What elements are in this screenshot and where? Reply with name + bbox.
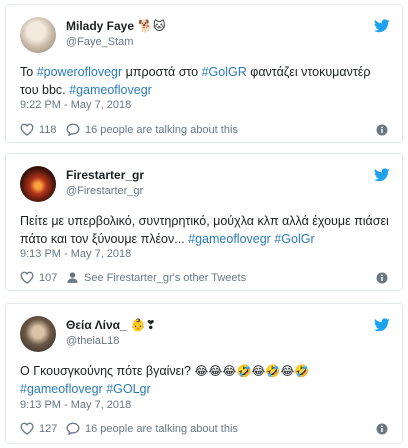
hashtag-link[interactable]: #GolGR [202, 65, 247, 79]
profile-link[interactable]: See Firestarter_gr's other Tweets [66, 271, 246, 284]
hashtag-link[interactable]: #GolGr [274, 232, 314, 246]
conversation-text: 16 people are talking about this [85, 123, 238, 136]
tweet-header: Milady Faye 🐕🐱 @Faye_Stam [20, 17, 390, 53]
twitter-bird-icon[interactable] [374, 19, 390, 33]
author-name[interactable]: Firestarter_gr [66, 168, 144, 182]
laughing-emoji-sequence: 😂😂😂🤣😂🤣😂🤣 [194, 364, 310, 378]
twitter-bird-icon[interactable] [374, 168, 390, 182]
conversation-link[interactable]: 16 people are talking about this [66, 123, 238, 136]
text-segment: Το [20, 65, 37, 79]
hashtag-link[interactable]: #gameoflovegr [188, 232, 271, 246]
tweet-header: Firestarter_gr @Firestarter_gr [20, 166, 390, 202]
heart-icon [20, 271, 34, 284]
tweet-timestamp[interactable]: 9:13 PM - May 7, 2018 [20, 248, 131, 260]
info-icon[interactable] [376, 423, 388, 435]
author-name-emoji: 👶❣ [130, 318, 156, 332]
heart-icon [20, 123, 34, 136]
twitter-bird-icon[interactable] [374, 318, 390, 332]
info-icon[interactable] [376, 272, 388, 284]
author-name[interactable]: Milady Faye 🐕🐱 [66, 19, 165, 33]
info-icon[interactable] [376, 124, 388, 136]
tweet-card[interactable]: Θεία Λίνα_ 👶❣ @theiaL18 Ο Γκουσγκούνης π… [5, 303, 403, 444]
profile-icon [67, 272, 78, 283]
like-count: 127 [39, 422, 58, 435]
heart-icon [20, 422, 34, 435]
author-name[interactable]: Θεία Λίνα_ 👶❣ [66, 318, 156, 332]
comment-icon [66, 422, 80, 435]
like-button[interactable]: 107 [20, 271, 57, 284]
hashtag-link[interactable]: #poweroflovegr [37, 65, 122, 79]
tweet-text: Το #poweroflovegr μπροστά στο #GolGR φαν… [20, 63, 392, 99]
hashtag-link[interactable]: #gameoflovegr [20, 382, 103, 396]
profile-link-text: See Firestarter_gr's other Tweets [84, 271, 247, 284]
tweet-actions: 127 16 people are talking about this [20, 422, 388, 438]
like-button[interactable]: 127 [20, 422, 57, 435]
like-count: 118 [39, 123, 57, 136]
tweet-timestamp[interactable]: 9:13 PM - May 7, 2018 [20, 399, 131, 411]
author-handle[interactable]: @theiaL18 [66, 335, 119, 347]
avatar[interactable] [20, 166, 56, 202]
tweet-timestamp[interactable]: 9:22 PM - May 7, 2018 [20, 99, 131, 111]
conversation-text: 16 people are talking about this [85, 422, 238, 435]
text-segment: Ο Γκουσγκούνης πότε βγαίνει? [20, 364, 195, 378]
author-name-text[interactable]: Firestarter_gr [66, 168, 144, 182]
tweet-text: Ο Γκουσγκούνης πότε βγαίνει? 😂😂😂🤣😂🤣😂🤣 #g… [20, 362, 392, 398]
author-handle[interactable]: @Firestarter_gr [66, 185, 143, 197]
like-button[interactable]: 118 [20, 123, 57, 136]
avatar[interactable] [20, 316, 56, 352]
tweet-text: Πείτε με υπερβολικό, συντηρητικό, μούχλα… [20, 212, 392, 248]
conversation-link[interactable]: 16 people are talking about this [66, 422, 238, 435]
like-count: 107 [39, 271, 58, 284]
tweet-actions: 107 See Firestarter_gr's other Tweets [20, 271, 388, 287]
author-name-text[interactable]: Θεία Λίνα_ [66, 318, 127, 332]
author-handle[interactable]: @Faye_Stam [66, 36, 133, 48]
tweet-card[interactable]: Milady Faye 🐕🐱 @Faye_Stam Το #poweroflov… [5, 4, 403, 143]
author-name-emoji: 🐕🐱 [138, 19, 166, 33]
hashtag-link[interactable]: #gameoflovegr [69, 83, 152, 97]
avatar[interactable] [20, 17, 56, 53]
tweet-actions: 118 16 people are talking about this [20, 123, 388, 139]
hashtag-link[interactable]: #GOLgr [106, 382, 150, 396]
tweet-card[interactable]: Firestarter_gr @Firestarter_gr Πείτε με … [5, 153, 403, 291]
comment-icon [66, 123, 80, 136]
author-name-text[interactable]: Milady Faye [66, 19, 134, 33]
text-segment: μπροστά στο [122, 65, 202, 79]
tweet-header: Θεία Λίνα_ 👶❣ @theiaL18 [20, 316, 390, 352]
